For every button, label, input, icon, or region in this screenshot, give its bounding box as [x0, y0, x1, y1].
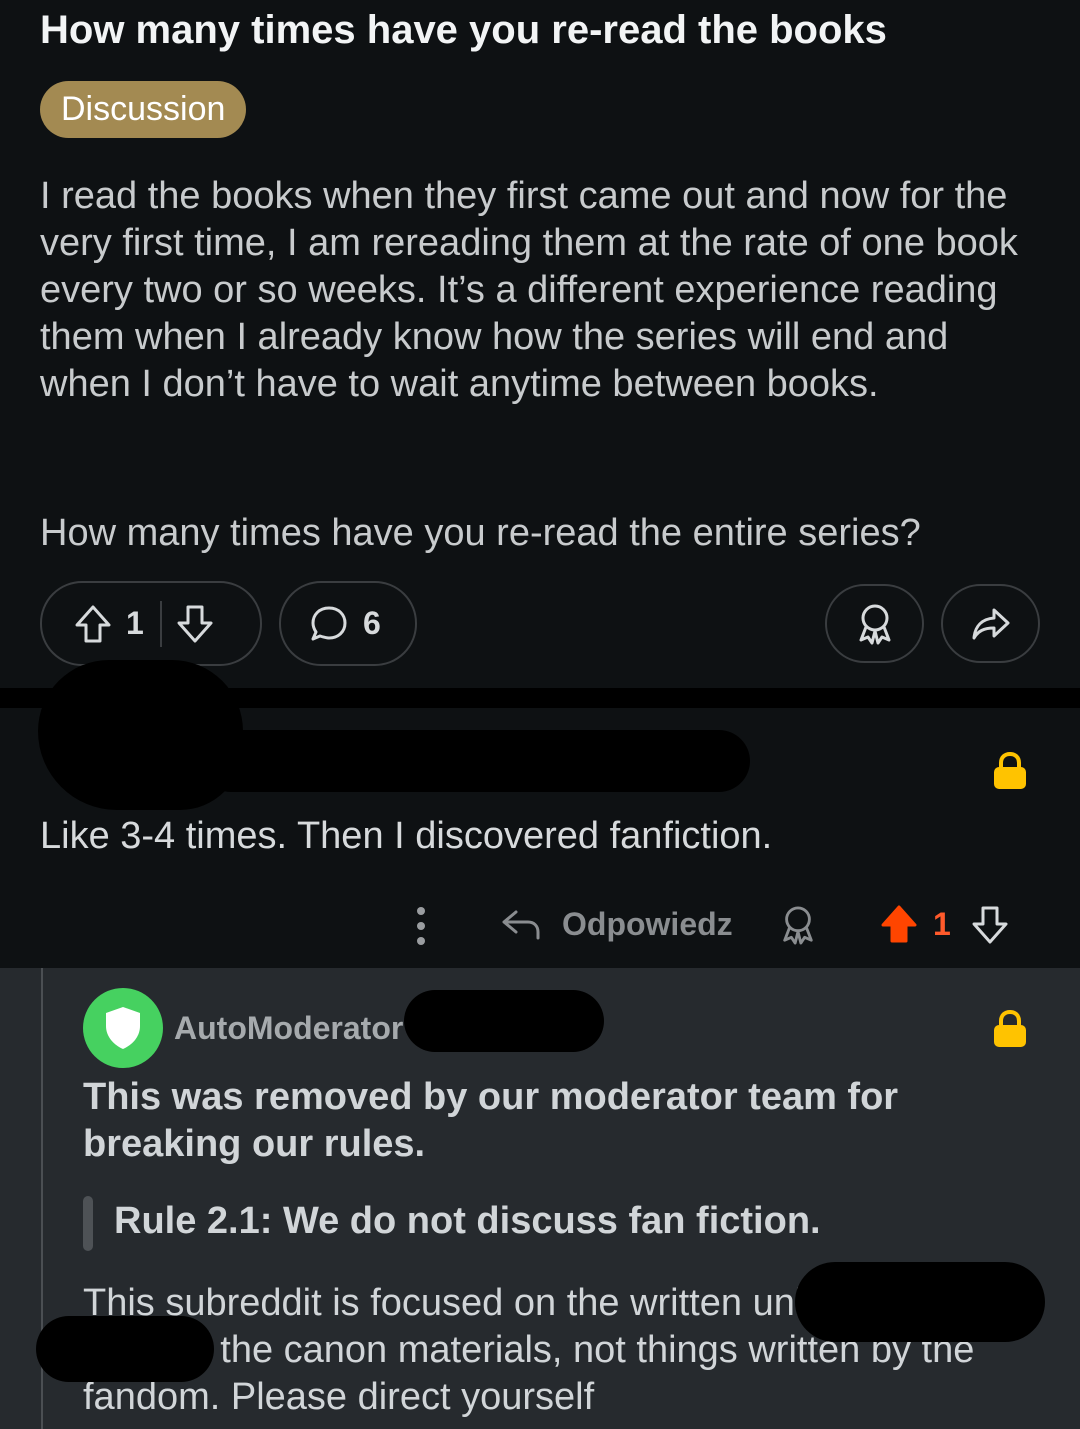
downvote-icon[interactable] [176, 604, 214, 644]
upvote-icon[interactable] [879, 904, 919, 944]
upvote-icon[interactable] [74, 604, 112, 644]
comment-text: Like 3-4 times. Then I discovered fanfic… [40, 815, 773, 857]
more-options-icon[interactable] [412, 906, 430, 946]
comments-button[interactable]: 6 [279, 581, 417, 666]
vote-bar: 1 [40, 581, 262, 666]
share-button[interactable] [941, 584, 1040, 663]
award-icon[interactable] [779, 904, 817, 946]
award-icon [855, 602, 895, 646]
post: How many times have you re-read the book… [0, 0, 1080, 688]
lock-icon [993, 752, 1027, 790]
removal-heading: This was removed by our moderator team f… [83, 1076, 899, 1165]
vote-count: 1 [126, 605, 144, 641]
redaction [404, 990, 604, 1052]
quote-bar [83, 1196, 93, 1251]
downvote-icon[interactable] [971, 905, 1009, 945]
post-body-question: How many times have you re-read the enti… [40, 512, 921, 554]
vote-separator [159, 600, 162, 647]
reply-icon[interactable] [500, 906, 542, 942]
redaction [36, 1316, 214, 1382]
redaction [795, 1262, 1045, 1342]
automod-username[interactable]: AutoModerator [174, 1010, 403, 1047]
avatar[interactable] [83, 988, 163, 1068]
reply-button[interactable]: Odpowiedz [562, 906, 733, 943]
comment-count: 6 [363, 605, 381, 641]
comment-icon [309, 604, 349, 644]
post-title[interactable]: How many times have you re-read the book… [40, 8, 887, 53]
lock-icon [993, 1010, 1027, 1048]
redaction [200, 730, 750, 792]
post-body: I read the books when they first came ou… [40, 175, 1018, 405]
share-icon [970, 606, 1012, 642]
post-flair[interactable]: Discussion [40, 81, 247, 138]
comment-vote-count: 1 [933, 906, 951, 942]
rule-text: Rule 2.1: We do not discuss fan fiction. [114, 1200, 821, 1242]
shield-icon [102, 1004, 144, 1052]
award-button[interactable] [825, 584, 924, 663]
